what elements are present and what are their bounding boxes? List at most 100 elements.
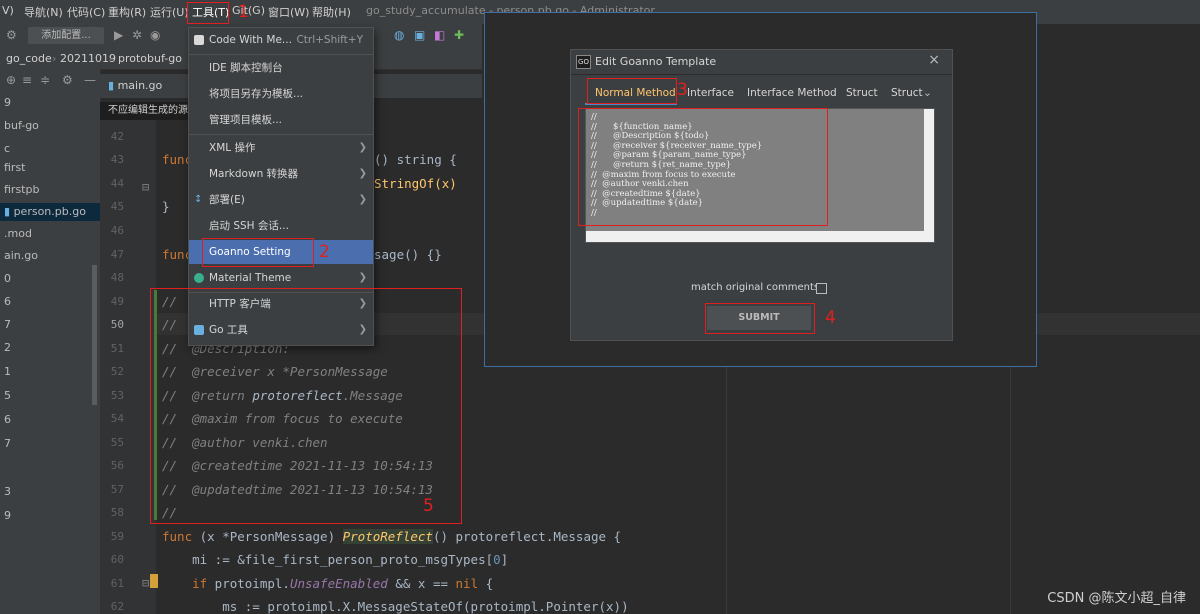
close-icon[interactable]: × (928, 52, 940, 68)
tree-item[interactable]: ain.go (4, 249, 38, 262)
menu-code[interactable]: 代码(C) (67, 4, 105, 20)
tree-item-selected[interactable]: ▮ person.pb.go (0, 203, 100, 221)
submenu-arrow-icon: ❯ (358, 142, 367, 153)
line-number: 58 (110, 506, 124, 519)
menu-run[interactable]: 运行(U) (150, 4, 189, 20)
menu-separator (189, 134, 373, 135)
menu-item-markdown[interactable]: Markdown 转换器 ❯ (189, 162, 373, 186)
tree-item[interactable]: 2 (4, 341, 11, 354)
project-scrollbar[interactable] (92, 265, 97, 405)
annotation-number-5: 5 (423, 496, 434, 516)
dialog-title: Edit Goanno Template (595, 55, 717, 68)
sort-icon[interactable]: ≑ (40, 73, 50, 87)
tree-item[interactable]: 9 (4, 509, 11, 522)
watermark: CSDN @陈文小超_自律 (1047, 591, 1186, 606)
menu-item-manage-templates[interactable]: 管理项目模板... (189, 108, 373, 132)
annotation-number-4: 4 (825, 308, 836, 328)
horizontal-scrollbar[interactable] (586, 231, 934, 242)
tree-item[interactable]: 0 (4, 272, 11, 285)
annotation-number-1: 1 (238, 2, 249, 22)
line-number: 57 (110, 483, 124, 496)
code-line-44: StringOf(x) (374, 176, 457, 191)
line-number: 47 (110, 248, 124, 261)
plugin-icon[interactable]: ◧ (434, 28, 445, 42)
tree-item[interactable]: 9 (4, 96, 11, 109)
git-update-icon[interactable]: ▣ (414, 28, 425, 42)
annotation-number-2: 2 (319, 242, 330, 262)
line-number: 53 (110, 389, 124, 402)
tree-item[interactable]: .mod (4, 227, 32, 240)
line-number: 62 (110, 600, 124, 613)
menu-view[interactable]: V) (2, 4, 14, 17)
tab-main-go[interactable]: ▮ main.go (108, 79, 162, 92)
menu-separator (189, 54, 373, 55)
line-number: 46 (110, 224, 124, 237)
submenu-arrow-icon: ❯ (358, 194, 367, 205)
line-number: 59 (110, 530, 124, 543)
build-icon[interactable]: ⚙ (6, 28, 17, 42)
tree-item[interactable]: 7 (4, 437, 11, 450)
line-number: 61 (110, 577, 124, 590)
code-with-me-icon (194, 35, 204, 45)
minimize-icon[interactable]: — (84, 73, 96, 87)
menu-item-ide-console[interactable]: IDE 脚本控制台 (189, 56, 373, 80)
tree-item[interactable]: c (4, 142, 10, 155)
fold-icon[interactable]: ⊟ (142, 576, 149, 590)
tree-item[interactable]: 7 (4, 318, 11, 331)
tab-struct[interactable]: Struct (846, 87, 878, 99)
search-everywhere-icon[interactable]: ◍ (394, 28, 404, 42)
file-icon: ▮ (4, 205, 14, 218)
tree-item[interactable]: 6 (4, 295, 11, 308)
chevron-down-icon[interactable]: ⌄ (923, 87, 932, 99)
breadcrumb-item[interactable]: protobuf-go (118, 52, 182, 65)
puzzle-icon[interactable]: ✚ (454, 28, 464, 42)
tree-item[interactable]: 1 (4, 365, 11, 378)
tree-item[interactable]: buf-go (4, 119, 39, 132)
settings-icon[interactable]: ⚙ (62, 73, 73, 87)
menu-item-save-as-template[interactable]: 将项目另存为模板... (189, 82, 373, 106)
tree-item[interactable]: first (4, 161, 26, 174)
menu-item-xml[interactable]: XML 操作 ❯ (189, 136, 373, 160)
breadcrumb-separator: › (108, 52, 113, 65)
menu-refactor[interactable]: 重构(R) (108, 4, 146, 20)
tab-struct-2[interactable]: Struct (891, 87, 923, 99)
line-number: 43 (110, 153, 124, 166)
tree-item[interactable]: 3 (4, 485, 11, 498)
menu-item-deploy[interactable]: ↕ 部署(E) ❯ (189, 188, 373, 212)
breadcrumb-separator: › (52, 52, 57, 65)
menu-window[interactable]: 窗口(W) (268, 4, 309, 20)
match-original-comments-checkbox[interactable] (816, 283, 827, 294)
annotation-box-3 (587, 78, 677, 104)
menu-item-material-theme[interactable]: Material Theme ❯ (189, 266, 373, 290)
annotation-box-1 (187, 2, 229, 24)
collapse-icon[interactable]: ≡ (22, 73, 32, 87)
code-line-62: ms := protoimpl.X.MessageStateOf(protoim… (162, 599, 629, 614)
line-number-current: 50 (110, 318, 124, 331)
bookmark-marker (150, 574, 158, 588)
menu-navigate[interactable]: 导航(N) (24, 4, 63, 20)
tab-interface-method[interactable]: Interface Method (747, 87, 837, 99)
line-number: 44 (110, 177, 124, 190)
breadcrumb-item[interactable]: go_code (6, 52, 52, 65)
tree-item[interactable]: 6 (4, 413, 11, 426)
annotation-box-2 (202, 238, 314, 267)
tree-item[interactable]: 5 (4, 389, 11, 402)
annotation-box-4 (705, 303, 815, 334)
goland-logo-icon: GO (576, 55, 591, 69)
coverage-icon[interactable]: ◉ (150, 28, 160, 42)
menu-item-code-with-me[interactable]: Code With Me... Ctrl+Shift+Y (189, 28, 373, 52)
line-number: 48 (110, 271, 124, 284)
add-configuration-button[interactable]: 添加配置... (28, 27, 104, 44)
menu-item-ssh[interactable]: 启动 SSH 会话... (189, 214, 373, 238)
fold-icon[interactable]: ⊟ (142, 180, 149, 194)
line-number: 45 (110, 200, 124, 213)
vertical-scrollbar[interactable] (924, 109, 934, 231)
code-line-60: mi := &file_first_person_proto_msgTypes[… (162, 552, 509, 567)
menu-help[interactable]: 帮助(H) (312, 4, 351, 20)
expand-icon[interactable]: ⊕ (6, 73, 16, 87)
dialog-titlebar[interactable]: GO Edit Goanno Template × (571, 50, 952, 75)
debug-icon[interactable]: ✲ (132, 28, 142, 42)
tree-item[interactable]: firstpb (4, 183, 39, 196)
tab-interface[interactable]: Interface (687, 87, 734, 99)
run-icon[interactable]: ▶ (114, 28, 123, 42)
